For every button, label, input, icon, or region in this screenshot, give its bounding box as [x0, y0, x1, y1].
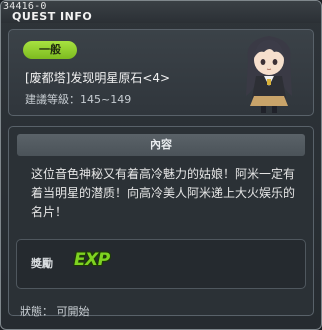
quest-status: 狀態： 可開始 — [20, 305, 90, 318]
quest-name: [废都塔]发现明星原石<4> — [25, 71, 171, 85]
window-title: QUEST INFO — [12, 10, 93, 23]
quest-info-window: 34416-0 QUEST INFO 一般 [废都塔]发现明星原石<4> 建議等… — [0, 0, 322, 330]
reward-box: 獎勵 EXP — [16, 239, 306, 289]
content-panel: 內容 这位音色神秘又有着高冷魅力的姑娘！阿米一定有着当明星的潜质！向高冷美人阿米… — [8, 126, 314, 316]
npc-portrait — [246, 36, 292, 113]
exp-reward-icon[interactable]: EXP — [74, 250, 110, 270]
category-badge: 一般 — [23, 41, 77, 59]
reward-label: 獎勵 — [31, 257, 53, 270]
quest-description: 这位音色神秘又有着高冷魅力的姑娘！阿米一定有着当明星的潜质！向高冷美人阿米递上大… — [31, 167, 296, 219]
recommended-level: 建議等級：145~149 — [25, 93, 132, 106]
content-header: 內容 — [17, 134, 305, 156]
title-bar[interactable]: 34416-0 QUEST INFO — [1, 1, 321, 23]
